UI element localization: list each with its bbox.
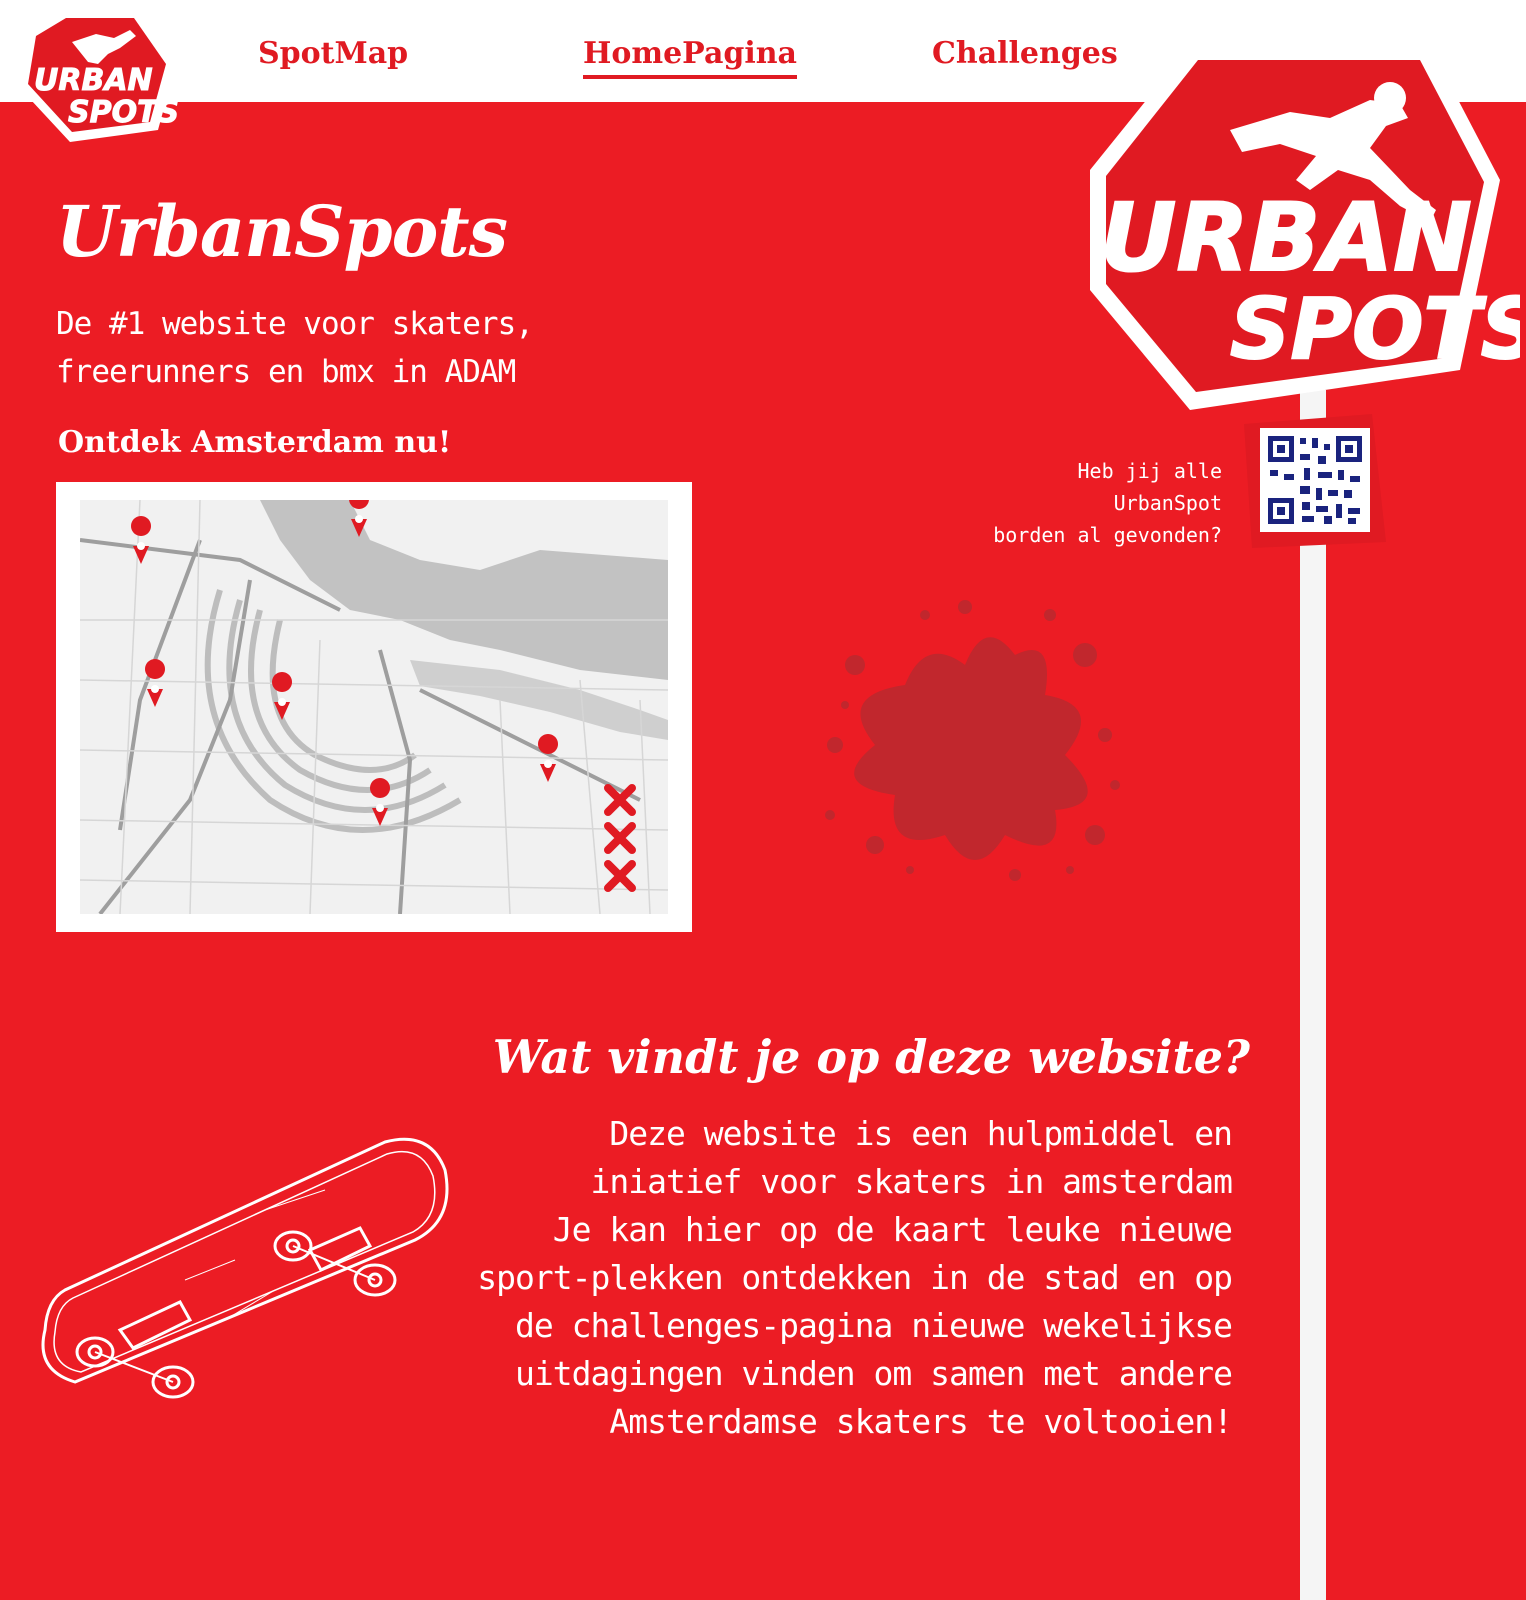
logo-small-line1: URBAN	[34, 63, 153, 98]
about-paragraph-1: Deze website is een hulpmiddel en iniati…	[590, 1114, 1233, 1201]
qr-sign-prompt: Heb jij alle UrbanSpot borden al gevonde…	[960, 455, 1222, 551]
about-text: Deze website is een hulpmiddel en iniati…	[470, 1110, 1233, 1446]
map-graphic	[80, 500, 668, 914]
about-heading: Wat vindt je op deze website?	[492, 1030, 1250, 1084]
qr-prompt-line1: Heb jij alle UrbanSpot	[1077, 459, 1223, 515]
sign-line1: URBAN	[1100, 184, 1472, 293]
skateboard-illustration	[41, 1137, 449, 1399]
sign-line2: SPOTS	[1230, 280, 1520, 378]
nav-link-homepagina[interactable]: HomePagina	[583, 36, 797, 79]
hero-title: UrbanSpots	[56, 190, 508, 273]
logo-small-line2: SPOTS	[68, 95, 179, 130]
nav-link-spotmap[interactable]: SpotMap	[258, 36, 408, 71]
sign-pole	[1300, 390, 1326, 1600]
urbanspots-street-sign: URBAN SPOTS	[1090, 46, 1520, 410]
hero-subtitle: De #1 website voor skaters, freerunners …	[56, 306, 534, 390]
qr-code-sign[interactable]	[1240, 410, 1390, 550]
paint-splatter-decoration	[825, 600, 1120, 881]
urbanspots-logo-small[interactable]: URBAN SPOTS	[10, 6, 180, 146]
amsterdam-map[interactable]	[56, 482, 692, 932]
about-paragraph-2: Je kan hier op de kaart leuke nieuwe spo…	[477, 1210, 1233, 1441]
explore-heading: Ontdek Amsterdam nu!	[58, 425, 452, 460]
qr-prompt-line2: borden al gevonden?	[993, 523, 1222, 547]
